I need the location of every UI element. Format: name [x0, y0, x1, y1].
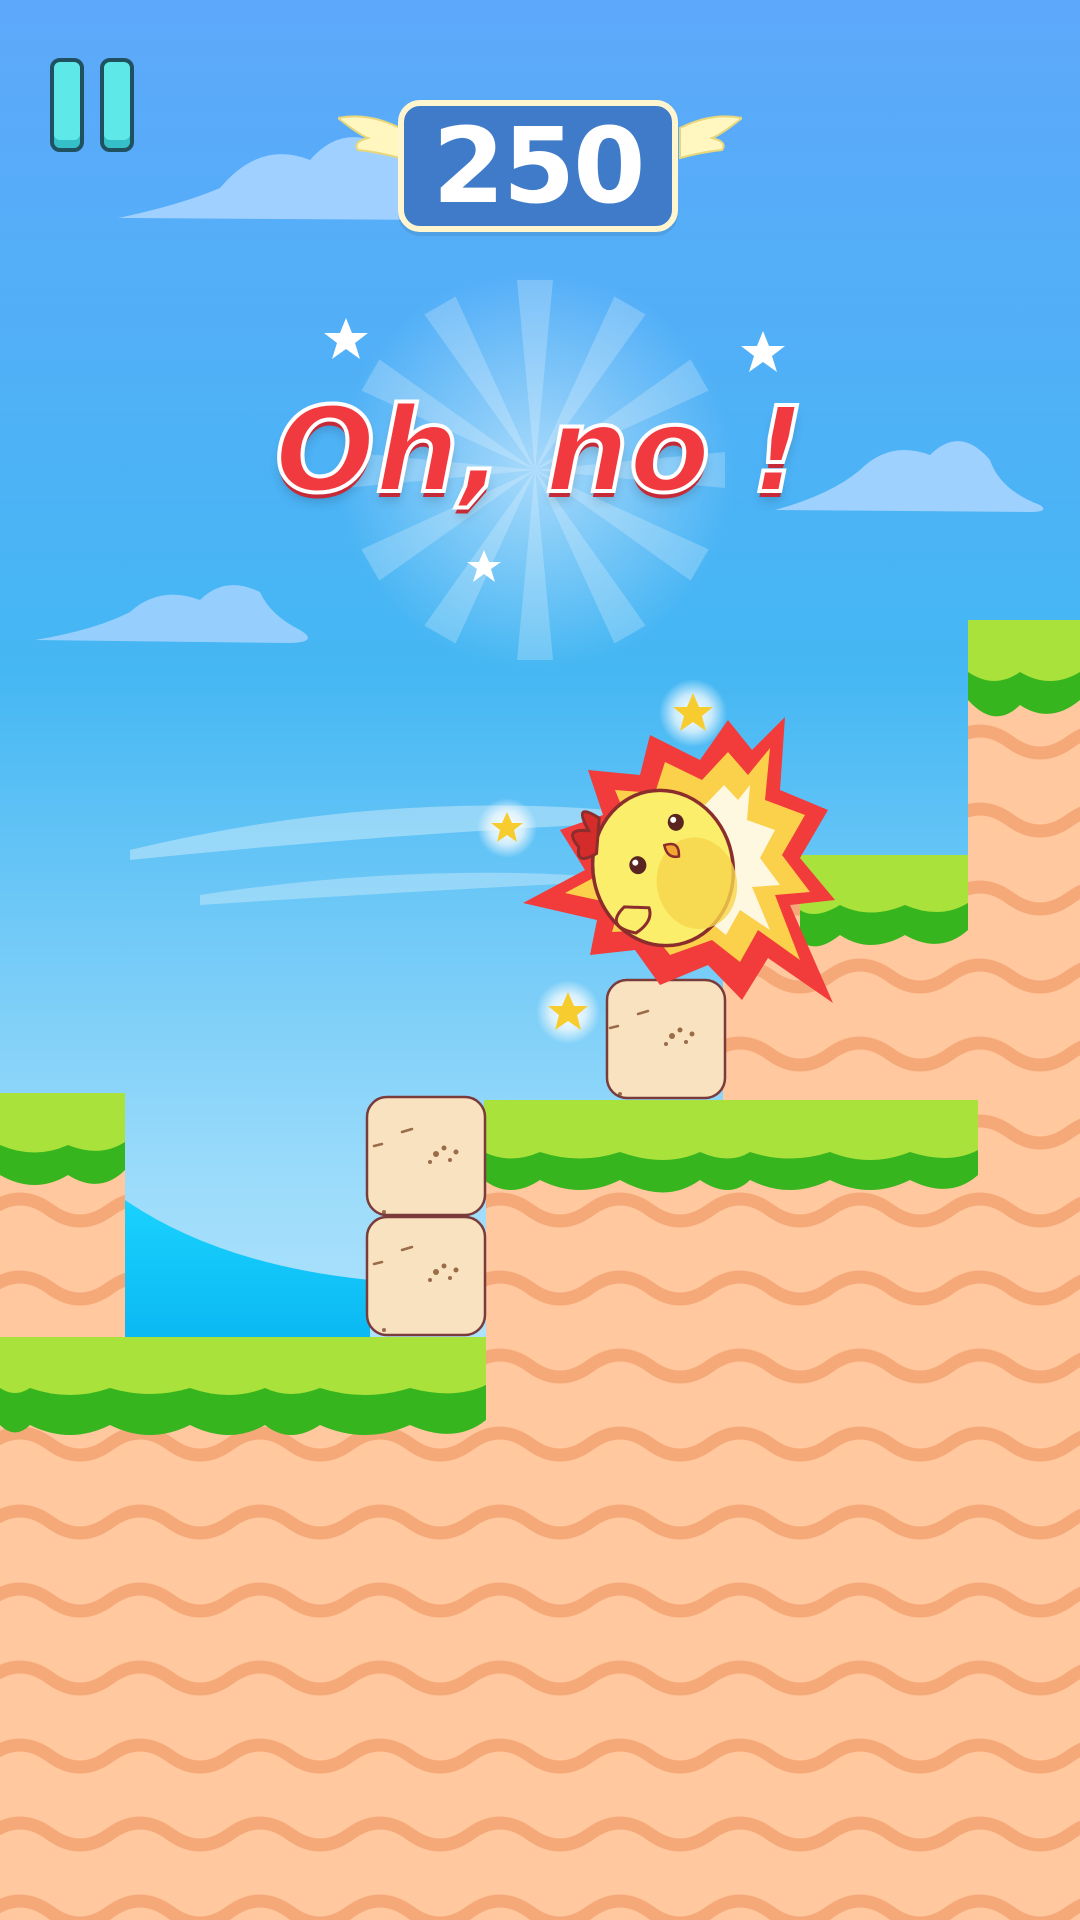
star-icon: [477, 798, 537, 858]
ground-lower-left: [0, 1337, 1080, 1920]
stone-block: [365, 1095, 487, 1217]
game-scene: [0, 0, 1080, 1920]
game-over-banner: Oh, no !: [240, 379, 840, 521]
star-icon: [536, 980, 600, 1044]
pause-button[interactable]: [50, 58, 140, 158]
score-value: 250: [432, 105, 645, 227]
stone-block: [605, 978, 727, 1100]
ground-step-left: [0, 1093, 125, 1350]
stone-block: [365, 1215, 487, 1337]
score-box: 250: [398, 100, 678, 232]
pause-icon: [50, 58, 84, 152]
score-display: 250: [338, 98, 742, 238]
pause-icon: [100, 58, 134, 152]
banner-text: Oh, no !: [273, 379, 807, 521]
